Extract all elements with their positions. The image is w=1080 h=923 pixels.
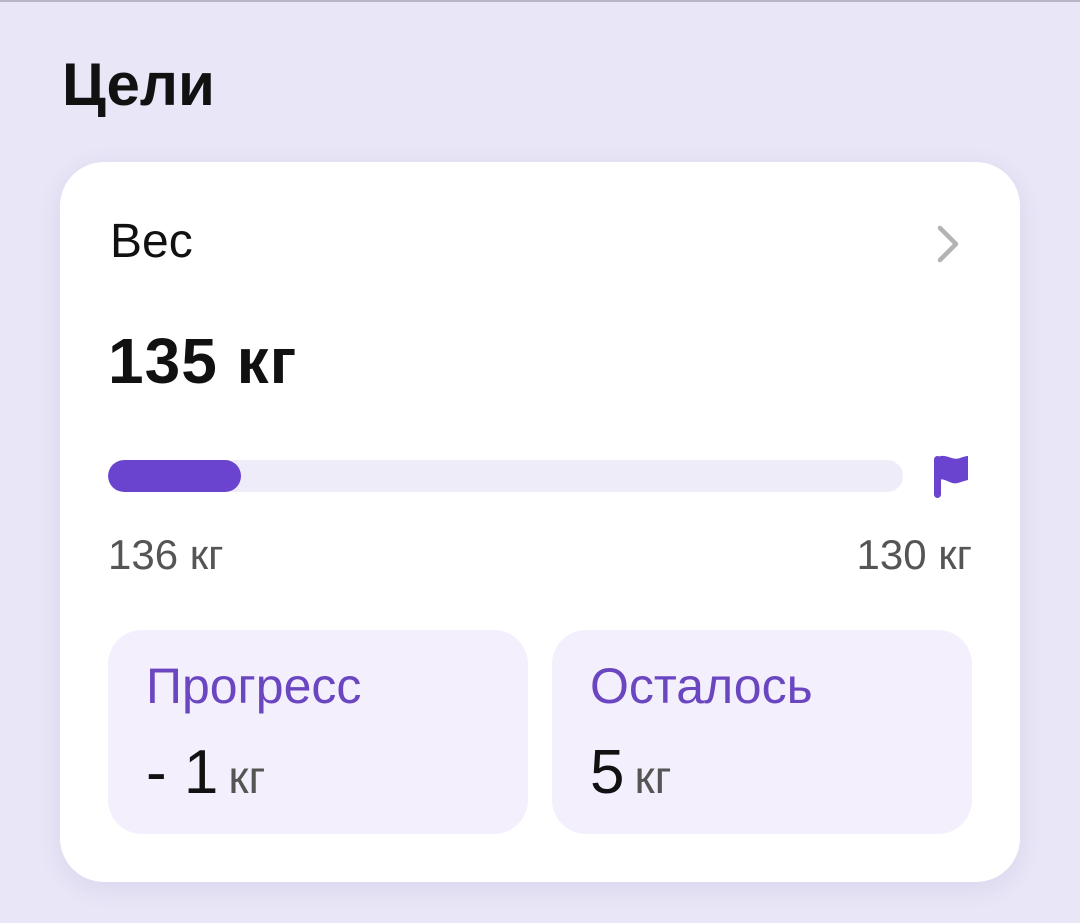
remaining-stat-value-row: 5 кг <box>590 738 671 824</box>
remaining-stat-unit: кг <box>634 751 672 803</box>
weight-progress-fill <box>108 460 241 492</box>
chevron-right-icon[interactable] <box>928 220 968 268</box>
flag-icon <box>934 455 968 498</box>
weight-progress-track <box>108 460 903 492</box>
progress-stat-box: Прогресс - 1 кг <box>108 630 528 834</box>
weight-goal-card[interactable]: Вес 135 кг 136 кг 130 кг Прогресс - 1 кг … <box>60 162 1020 882</box>
progress-stat-value-row: - 1 кг <box>146 738 265 824</box>
top-divider <box>0 0 1080 2</box>
start-weight-label: 136 кг <box>108 531 224 578</box>
remaining-stat-label: Осталось <box>590 658 813 714</box>
remaining-stat-value: 5 <box>590 738 625 807</box>
section-title: Цели <box>62 51 215 118</box>
progress-stat-unit: кг <box>228 751 266 803</box>
target-weight-label: 130 кг <box>856 531 972 578</box>
progress-stat-label: Прогресс <box>146 658 362 714</box>
current-weight-value: 135 кг <box>108 325 298 397</box>
remaining-stat-box: Осталось 5 кг <box>552 630 972 834</box>
goal-card-title: Вес <box>110 215 193 268</box>
progress-stat-value: - 1 <box>146 738 219 807</box>
